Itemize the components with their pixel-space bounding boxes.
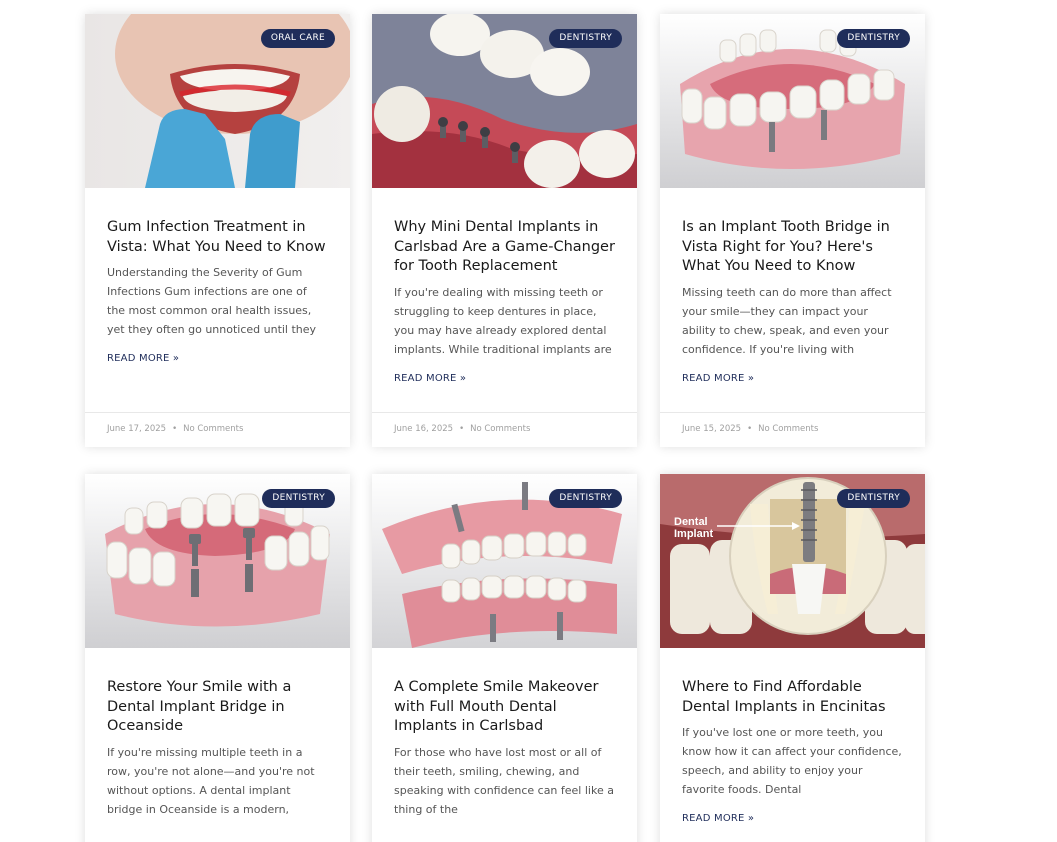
post-card: DENTISTRY Why Mini Dental Implants in Ca… <box>372 14 637 447</box>
post-title[interactable]: Restore Your Smile with a Dental Implant… <box>107 678 328 737</box>
post-meta: June 16, 2025 • No Comments <box>372 412 637 447</box>
post-card: ORAL CARE Gum Infection Treatment in Vis… <box>85 14 350 447</box>
category-badge[interactable]: DENTISTRY <box>837 29 910 48</box>
post-date: June 15, 2025 <box>682 424 742 434</box>
post-thumbnail[interactable]: DENTISTRY <box>660 14 925 188</box>
post-title[interactable]: Why Mini Dental Implants in Carlsbad Are… <box>394 218 615 277</box>
read-more-link[interactable]: READ MORE » <box>682 813 754 824</box>
post-thumbnail[interactable]: Dental Implant DENTISTRY <box>660 474 925 648</box>
post-thumbnail[interactable]: DENTISTRY <box>372 474 637 648</box>
category-badge[interactable]: DENTISTRY <box>549 29 622 48</box>
separator-dot: • <box>459 424 465 434</box>
post-comments[interactable]: No Comments <box>183 424 243 434</box>
post-date: June 16, 2025 <box>394 424 454 434</box>
post-excerpt: If you're missing multiple teeth in a ro… <box>107 745 315 816</box>
post-meta: June 17, 2025 • No Comments <box>85 412 350 447</box>
category-badge[interactable]: DENTISTRY <box>837 489 910 508</box>
post-excerpt: If you've lost one or more teeth, you kn… <box>682 726 902 796</box>
post-excerpt: Missing teeth can do more than affect yo… <box>682 285 892 356</box>
read-more-link[interactable]: READ MORE » <box>394 373 466 384</box>
post-title[interactable]: Is an Implant Tooth Bridge in Vista Righ… <box>682 218 903 277</box>
post-card: DENTISTRY Restore Your Smile with a Dent… <box>85 474 350 842</box>
category-badge[interactable]: DENTISTRY <box>549 489 622 508</box>
post-title[interactable]: Gum Infection Treatment in Vista: What Y… <box>107 218 328 257</box>
post-card: DENTISTRY Is an Implant Tooth Bridge in … <box>660 14 925 447</box>
post-excerpt: For those who have lost most or all of t… <box>394 745 614 816</box>
category-badge[interactable]: ORAL CARE <box>260 29 335 48</box>
post-excerpt: If you're dealing with missing teeth or … <box>394 285 612 356</box>
post-meta: June 15, 2025 • No Comments <box>660 412 925 447</box>
post-thumbnail[interactable]: DENTISTRY <box>372 14 637 188</box>
separator-dot: • <box>172 424 178 434</box>
category-badge[interactable]: DENTISTRY <box>262 489 335 508</box>
post-title[interactable]: A Complete Smile Makeover with Full Mout… <box>394 678 615 737</box>
separator-dot: • <box>747 424 753 434</box>
read-more-link[interactable]: READ MORE » <box>107 353 179 364</box>
post-thumbnail[interactable]: ORAL CARE <box>85 14 350 188</box>
post-title[interactable]: Where to Find Affordable Dental Implants… <box>682 678 903 717</box>
post-comments[interactable]: No Comments <box>470 424 530 434</box>
read-more-link[interactable]: READ MORE » <box>682 373 754 384</box>
post-thumbnail[interactable]: DENTISTRY <box>85 474 350 648</box>
post-excerpt: Understanding the Severity of Gum Infect… <box>107 266 317 336</box>
post-comments[interactable]: No Comments <box>758 424 818 434</box>
post-date: June 17, 2025 <box>107 424 167 434</box>
image-label-dental-implant: Dental Implant <box>674 516 714 540</box>
post-card: Dental Implant DENTISTRY Where to Find A… <box>660 474 925 842</box>
post-card: DENTISTRY A Complete Smile Makeover with… <box>372 474 637 842</box>
